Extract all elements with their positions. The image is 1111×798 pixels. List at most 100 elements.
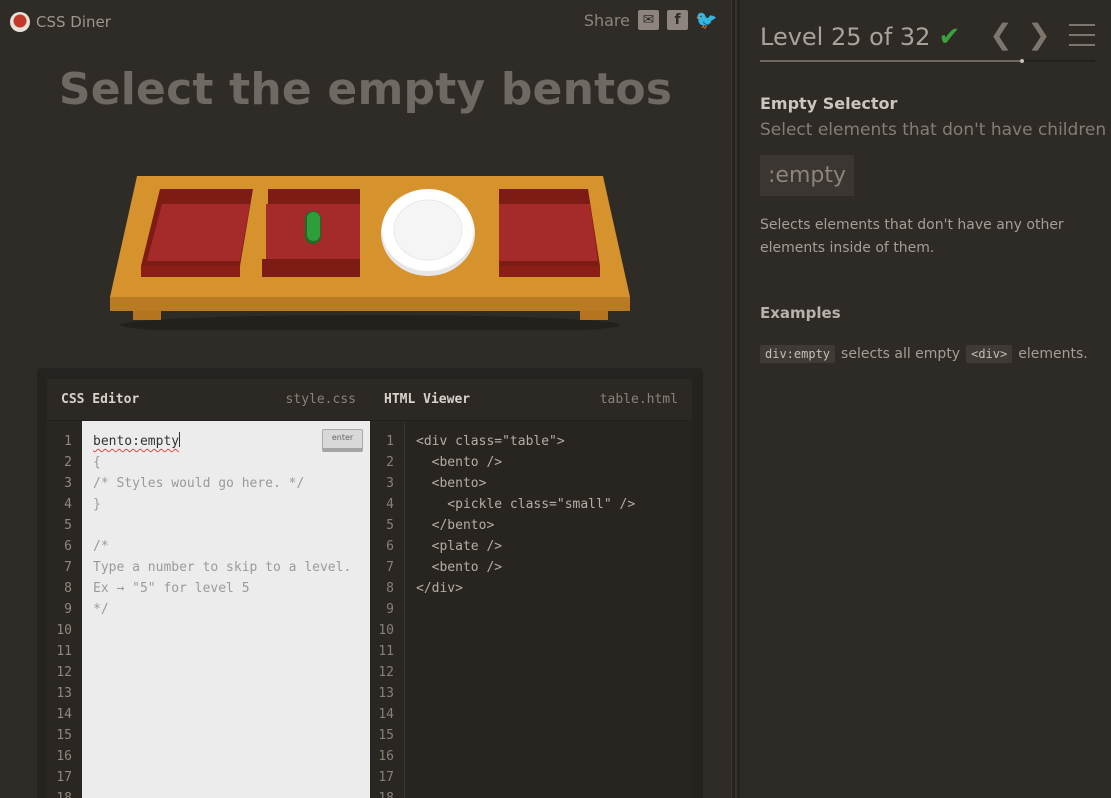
share-bar: Share ✉ f 🐦 [583,10,718,31]
email-icon[interactable]: ✉ [638,10,659,30]
line-number: 1 [386,434,394,449]
css-editor-title: CSS Editor [61,392,140,407]
line-number: 11 [378,644,394,659]
line-number: 4 [64,497,72,512]
facebook-icon[interactable]: f [667,10,688,30]
css-editor: CSS Editor style.css 1 2 3 4 5 6 7 8 9 10 11 12 13 14… [47,379,370,798]
html-line-numbers: 123456789101112131415161718 [370,421,405,798]
css-code-line: */ [93,602,109,617]
table-illustration [0,170,731,335]
line-number: 10 [378,623,394,638]
css-code-line: /* [93,539,109,554]
html-code-line: <div class="table"> [416,434,565,449]
line-number: 16 [56,749,72,764]
line-number: 6 [64,539,72,554]
selector-hint: Selects elements that don't have any oth… [760,217,1064,256]
logo-icon [10,12,30,32]
line-number: 17 [378,770,394,785]
twitter-icon[interactable]: 🐦 [695,10,717,31]
share-label: Share [583,10,630,30]
line-number: 12 [378,665,394,680]
line-number: 5 [386,518,394,533]
enter-button[interactable]: enter [322,429,363,452]
example-code: div:empty [760,345,836,363]
html-code-line: </bento> [416,518,495,533]
game-area: CSS Diner Share ✉ f 🐦 Select the empty b… [0,0,731,798]
css-editor-filename: style.css [285,392,356,407]
next-level-icon[interactable]: ❯ [1027,20,1051,50]
line-number: 17 [56,770,72,785]
line-number: 7 [386,560,394,575]
line-number: 15 [378,728,394,743]
css-code-line: { [93,455,101,470]
html-code-line: <bento /> [416,560,503,575]
level-progress-bar [760,59,1095,63]
level-header: Level 25 of 32 ✔ ❮ ❯ [760,20,1095,54]
css-code-line: Ex → "5" for level 5 [93,581,250,596]
example-text: elements. [1018,346,1088,362]
editor: CSS Editor style.css 1 2 3 4 5 6 7 8 9 10 11 12 13 14… [37,368,703,798]
css-code-line: Type a number to skip to a level. [93,560,352,575]
html-code-line: <plate /> [416,539,503,554]
html-code-line: <pickle class="small" /> [416,497,636,512]
selector-syntax: :empty [760,155,854,196]
line-number: 14 [378,707,394,722]
bento[interactable] [262,189,360,277]
order-title: Select the empty bentos [58,64,673,115]
line-number: 5 [64,518,72,533]
html-viewer-title: HTML Viewer [384,392,471,407]
line-number: 11 [56,644,72,659]
line-number: 10 [56,623,72,638]
line-number: 3 [64,476,72,491]
line-number: 16 [378,749,394,764]
line-number: 8 [64,581,72,596]
example: div:empty selects all empty <div> elemen… [760,345,1088,363]
line-number: 2 [386,455,394,470]
example-text: selects all empty [841,346,961,362]
line-number: 12 [56,665,72,680]
line-number: 9 [386,602,394,617]
line-number: 7 [64,560,72,575]
line-number: 14 [56,707,72,722]
bento[interactable] [141,189,253,277]
example-code: <div> [966,345,1013,363]
css-code-line: } [93,497,101,512]
bento[interactable] [499,189,600,277]
line-number: 2 [64,455,72,470]
plate[interactable] [381,189,475,276]
examples-title: Examples [760,304,841,322]
html-code-area: <div class="table"> <bento /> <bento> <p… [405,421,692,798]
logo-link[interactable]: CSS Diner [10,11,111,33]
panel-divider[interactable] [731,0,740,798]
sidebar: Level 25 of 32 ✔ ❮ ❯ Empty Selector Sele… [740,0,1111,798]
text-caret [179,432,181,447]
css-editor-header: CSS Editor style.css [47,379,370,421]
checkmark-icon: ✔ [938,22,961,52]
css-line-numbers: 123456789101112131415161718 [47,421,82,798]
css-code-line: /* Styles would go here. */ [93,476,305,491]
level-nav: ❮ ❯ [989,20,1095,50]
menu-icon[interactable] [1069,24,1095,46]
line-number: 3 [386,476,394,491]
line-number: 6 [386,539,394,554]
logo-label: CSS Diner [36,13,111,31]
level-indicator: Level 25 of 32 [760,23,931,51]
line-number: 1 [64,434,72,449]
selector-name: Empty Selector [760,94,898,113]
html-code-line: <bento> [416,476,487,491]
html-code-line: <bento /> [416,455,503,470]
css-code-area[interactable]: bento:empty {/* Styles would go here. */… [82,421,370,798]
line-number: 9 [64,602,72,617]
html-viewer-filename: table.html [599,392,678,407]
html-viewer: HTML Viewer table.html 1 2 3 4 5 6 7 8 9 10 11 12 13… [370,379,692,798]
html-code-line: </div> [416,581,463,596]
css-code-line [93,515,370,536]
line-number: 15 [56,728,72,743]
line-number: 8 [386,581,394,596]
line-number: 18 [370,788,394,798]
selector-subtitle: Select elements that don't have children [760,120,1107,140]
line-number: 18 [47,788,72,798]
line-number: 13 [56,686,72,701]
previous-level-icon[interactable]: ❮ [989,20,1013,50]
html-viewer-header: HTML Viewer table.html [370,379,692,421]
